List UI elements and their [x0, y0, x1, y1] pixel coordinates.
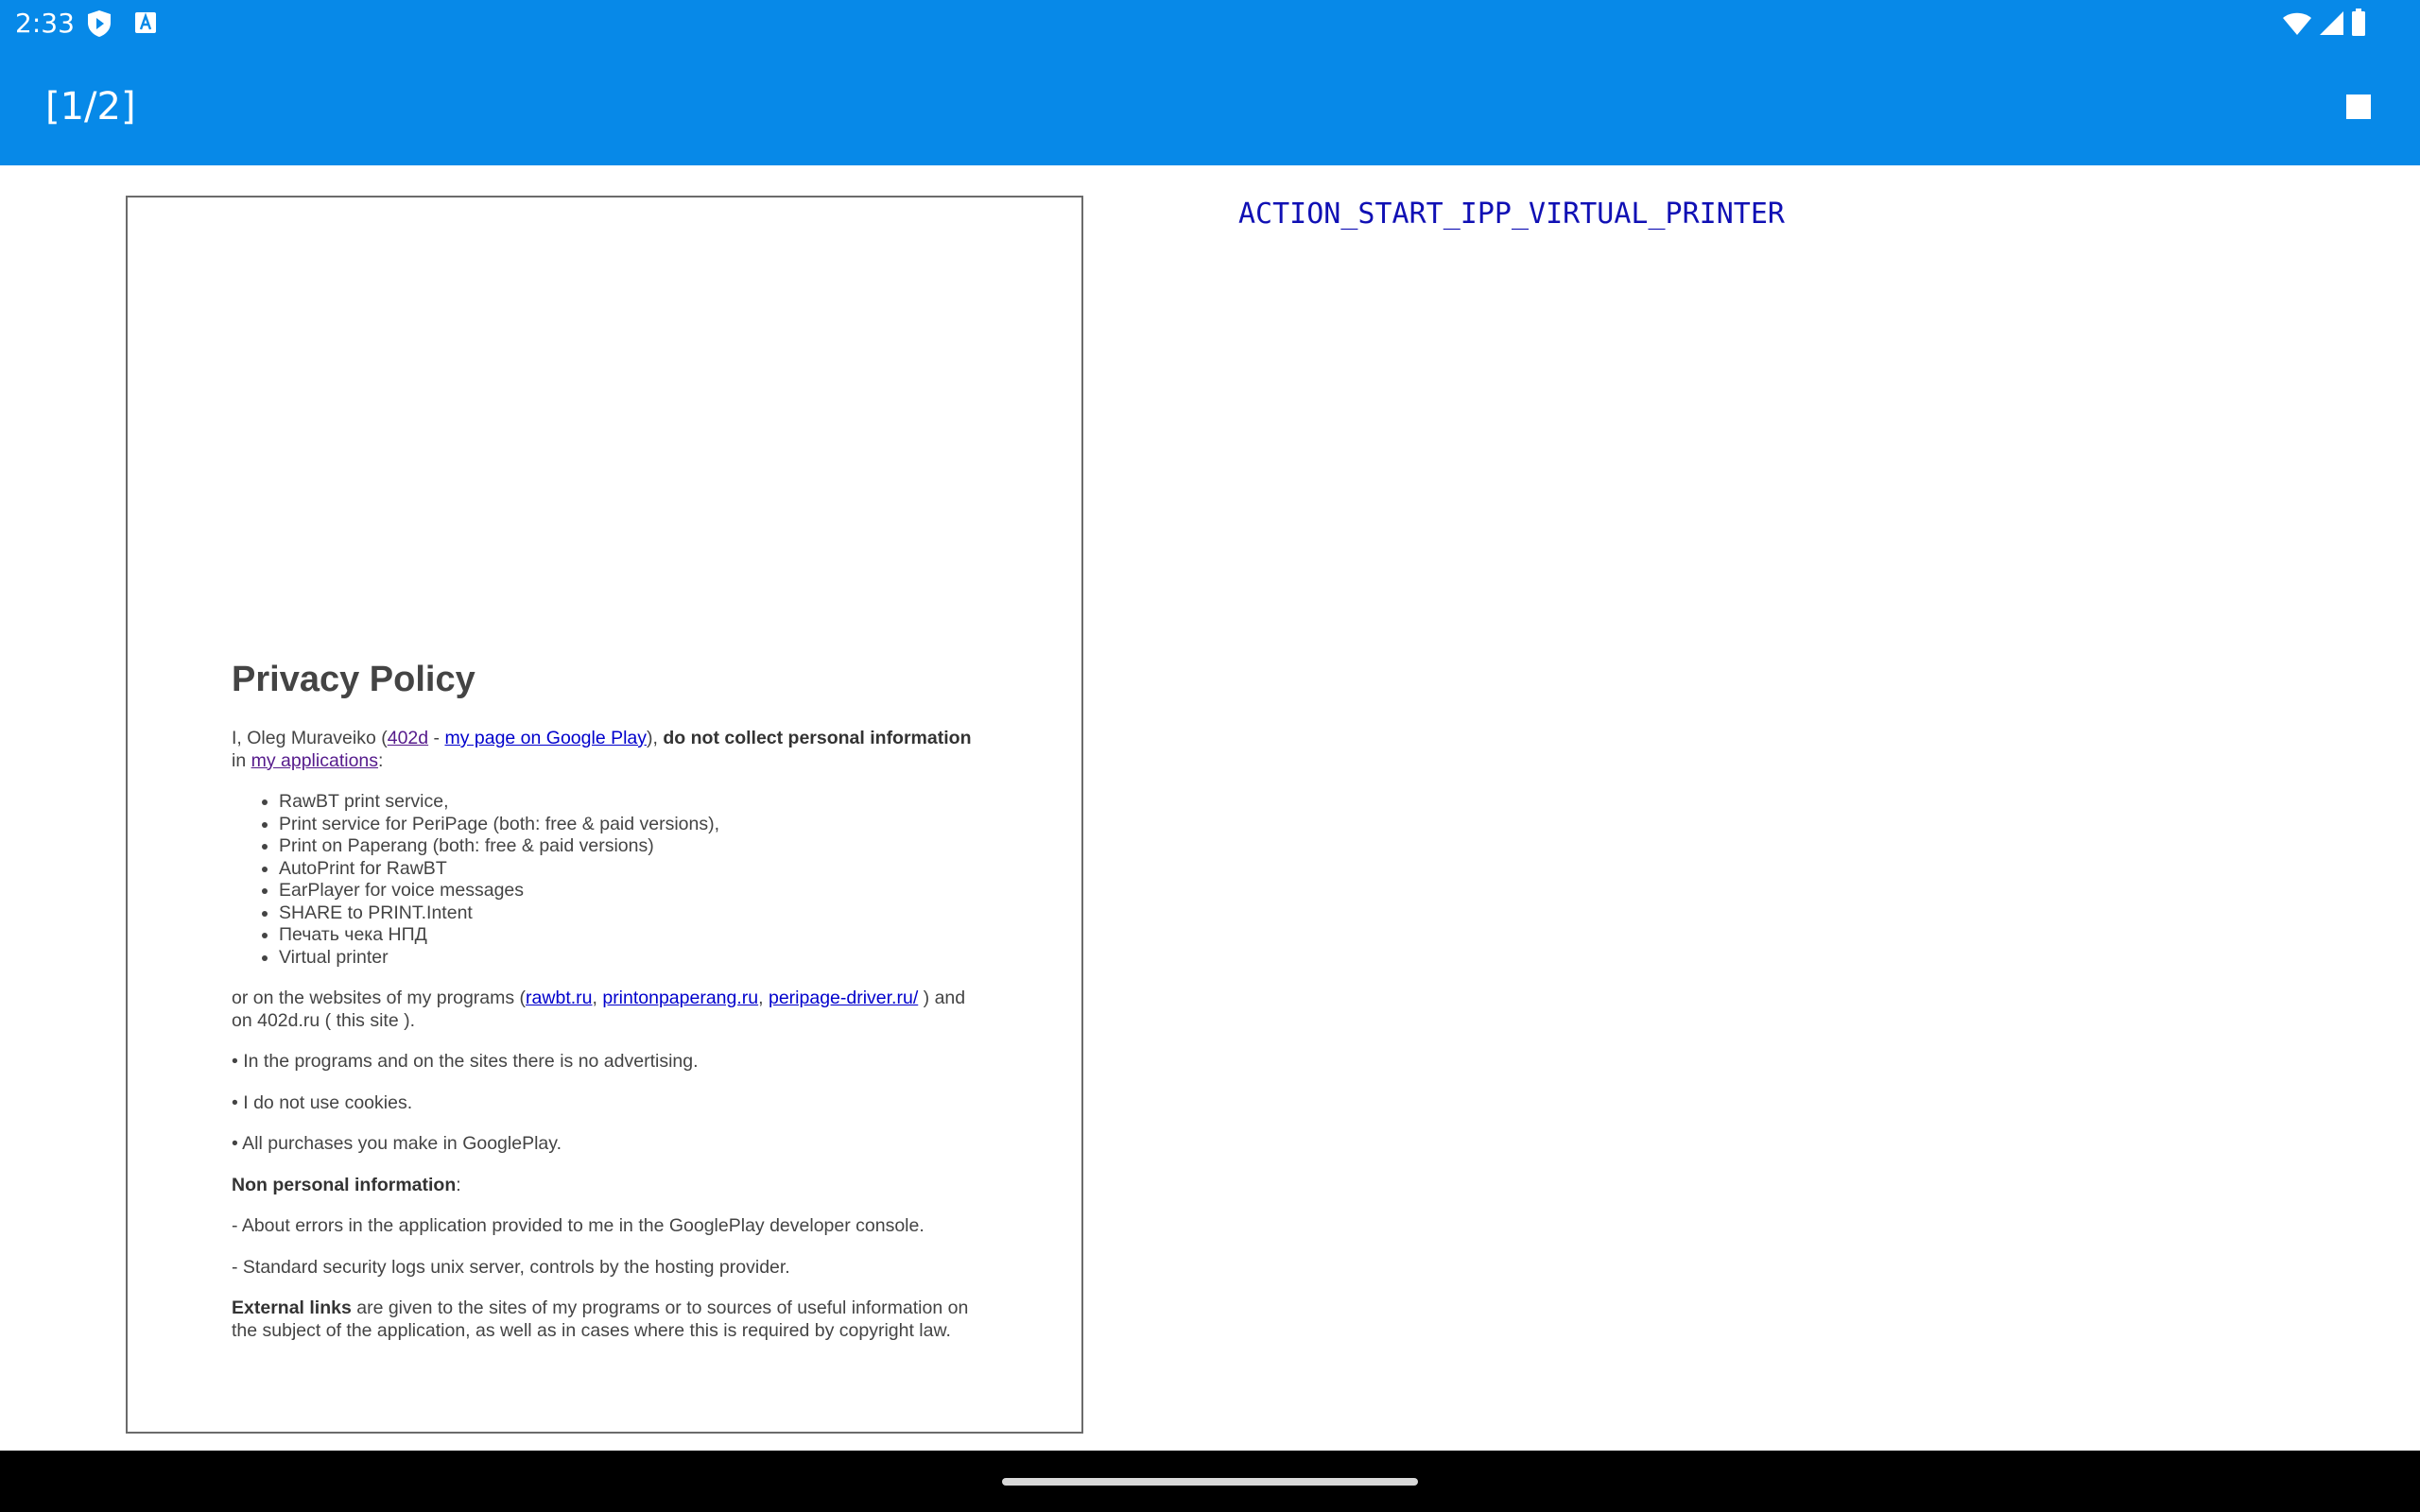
external-links-paragraph: External links are given to the sites of…: [232, 1297, 969, 1341]
list-item: Print on Paperang (both: free & paid ver…: [279, 835, 988, 858]
status-bar: 2:33: [0, 0, 2420, 47]
wifi-icon: [2283, 12, 2311, 35]
link-printonpaperang[interactable]: printonpaperang.ru: [602, 988, 758, 1008]
navigation-bar: [0, 1451, 2420, 1512]
play-shield-icon: [88, 10, 111, 37]
list-item: SHARE to PRINT.Intent: [279, 902, 988, 925]
websites-paragraph: or on the websites of my programs (rawbt…: [232, 988, 966, 1031]
bullet-no-advertising: • In the programs and on the sites there…: [232, 1051, 699, 1072]
cell-signal-icon: [2320, 11, 2343, 35]
non-personal-heading: Non personal information:: [232, 1174, 461, 1195]
status-time: 2:33: [15, 8, 75, 39]
non-personal-errors: - About errors in the application provid…: [232, 1215, 925, 1236]
list-item: Print service for PeriPage (both: free &…: [279, 814, 988, 836]
page-indicator: [1/2]: [45, 85, 136, 129]
list-item: RawBT print service,: [279, 791, 988, 814]
bold-no-collect: do not collect personal information: [663, 728, 972, 748]
link-my-applications[interactable]: my applications: [251, 750, 378, 771]
link-peripage[interactable]: peripage-driver.ru/: [769, 988, 918, 1008]
document-preview-page[interactable]: Privacy Policy I, Oleg Muraveiko (402d -…: [126, 196, 1083, 1434]
intent-action-text: ACTION_START_IPP_VIRTUAL_PRINTER: [1238, 198, 1785, 231]
non-personal-logs: - Standard security logs unix server, co…: [232, 1256, 790, 1278]
intro-paragraph: I, Oleg Muraveiko (402d - my page on Goo…: [232, 728, 972, 771]
list-item: EarPlayer for voice messages: [279, 880, 988, 902]
link-google-play[interactable]: my page on Google Play: [444, 728, 647, 748]
list-item: Virtual printer: [279, 947, 988, 970]
apps-list: RawBT print service, Print service for P…: [232, 791, 988, 969]
a-box-icon: [135, 12, 156, 33]
bullet-no-cookies: • I do not use cookies.: [232, 1091, 413, 1113]
bullet-purchases: • All purchases you make in GooglePlay.: [232, 1133, 562, 1154]
document-title: Privacy Policy: [232, 660, 475, 699]
home-gesture-handle[interactable]: [1002, 1478, 1418, 1486]
link-402d[interactable]: 402d: [388, 728, 428, 748]
battery-icon: [2352, 9, 2365, 36]
stop-icon[interactable]: [2346, 94, 2371, 119]
link-rawbt[interactable]: rawbt.ru: [526, 988, 592, 1008]
list-item: Печать чека НПД: [279, 924, 988, 947]
document-content: Privacy Policy I, Oleg Muraveiko (402d -…: [232, 656, 988, 1361]
app-bar: [1/2]: [0, 47, 2420, 165]
list-item: AutoPrint for RawBT: [279, 858, 988, 881]
